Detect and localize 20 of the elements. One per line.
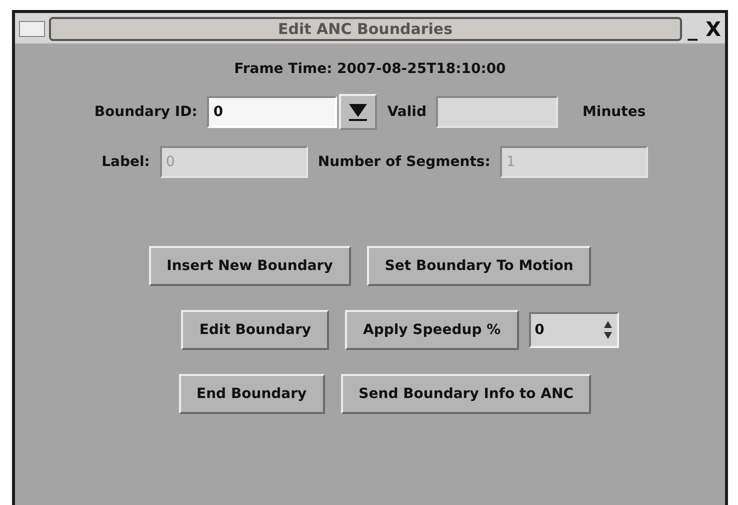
unit-label: Minutes (582, 104, 646, 120)
action-button[interactable]: Apply Speedup % (344, 310, 519, 350)
minimize-button[interactable]: _ (686, 17, 700, 41)
field-label: Number of Segments: (318, 154, 490, 170)
boundary-id-field[interactable]: 0 (207, 96, 338, 128)
action-button[interactable]: Edit Boundary (181, 310, 329, 350)
field-label: Valid (387, 104, 426, 120)
down-triangle-icon (347, 101, 370, 123)
window-menu-button[interactable] (19, 21, 45, 37)
action-button[interactable]: End Boundary (178, 374, 325, 414)
field-label: Label: (102, 154, 150, 170)
dropdown-button[interactable] (339, 94, 378, 130)
speedup-spinbox[interactable]: 0 (528, 312, 619, 348)
action-button[interactable]: Send Boundary Info to ANC (340, 374, 592, 414)
close-button[interactable]: X (704, 17, 723, 41)
action-button[interactable]: Set Boundary To Motion (366, 246, 592, 286)
action-button[interactable]: Insert New Boundary (148, 246, 351, 286)
window-title: Edit ANC Boundaries (49, 17, 682, 41)
frame-time-text: Frame Time: 2007-08-25T18:10:00 (234, 61, 506, 77)
field-label: Boundary ID: (94, 104, 198, 120)
